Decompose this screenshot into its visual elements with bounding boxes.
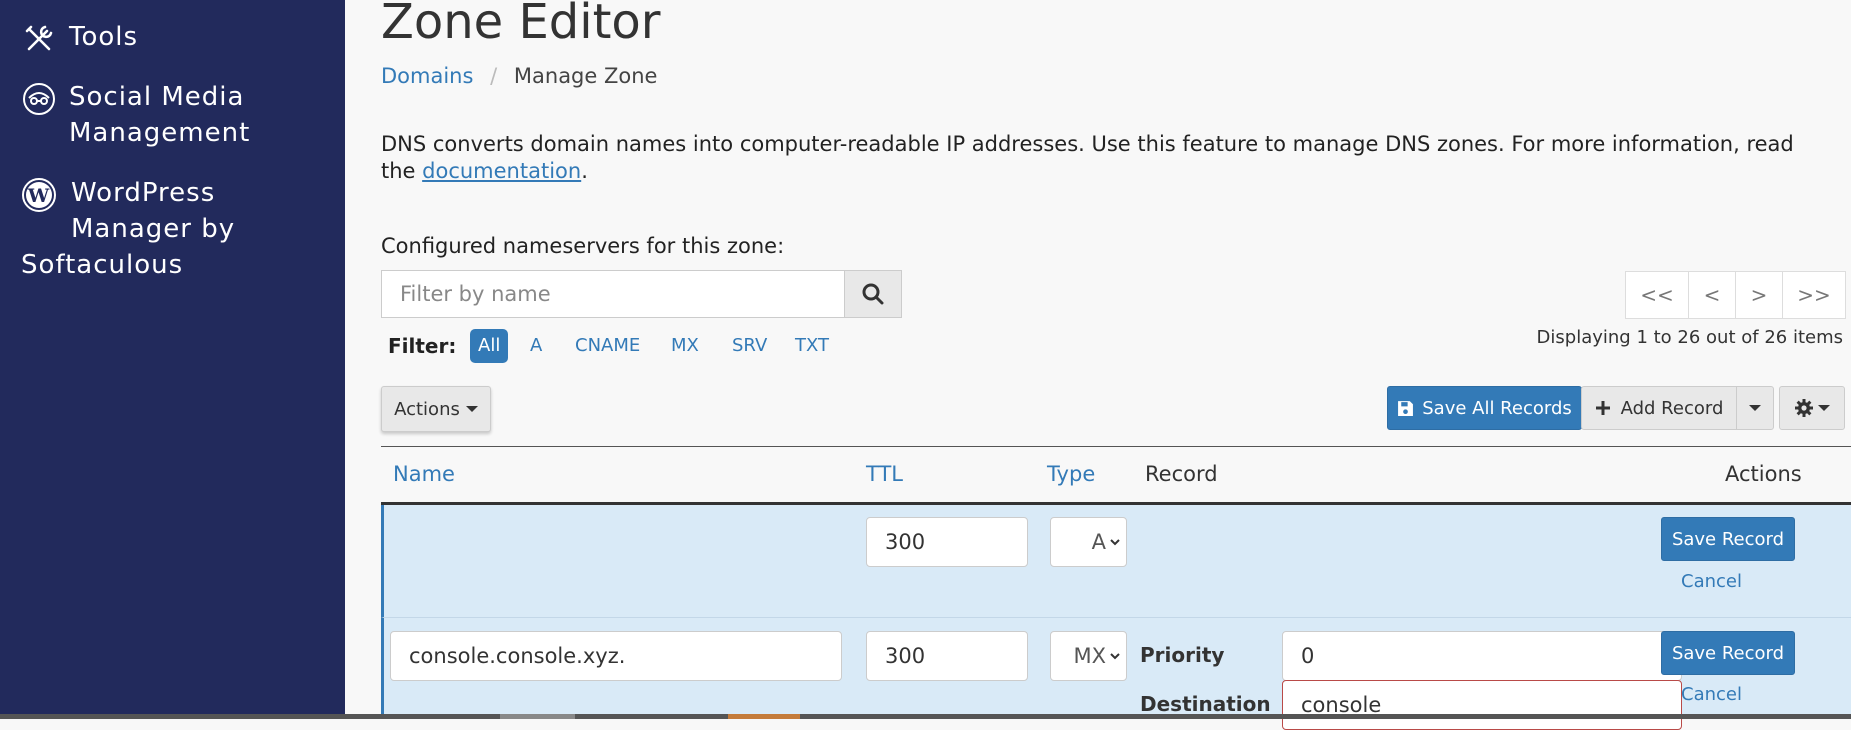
gear-icon	[1795, 399, 1813, 417]
add-record-dropdown-toggle[interactable]	[1736, 386, 1774, 430]
save-all-records-button[interactable]: Save All Records	[1387, 386, 1582, 430]
pagination: << < > >>	[1625, 271, 1846, 319]
table-settings-button[interactable]	[1779, 386, 1845, 430]
description-text: DNS converts domain names into computer-…	[381, 132, 1794, 183]
caret-down-icon	[465, 406, 478, 412]
page-prev-button[interactable]: <	[1688, 272, 1735, 318]
add-record-label: Add Record	[1620, 397, 1724, 419]
chevron-down-icon	[1110, 653, 1120, 660]
search-button[interactable]	[844, 270, 902, 318]
pagination-status: Displaying 1 to 26 out of 26 items	[1536, 327, 1843, 348]
table-row: console.console.xyz. 300 MX Priority 0 D…	[381, 618, 1851, 730]
sidebar-item-tools[interactable]: Tools	[21, 19, 138, 55]
sidebar-item-label: Tools	[69, 22, 139, 52]
column-header-actions: Actions	[1725, 462, 1802, 486]
cancel-link[interactable]: Cancel	[1681, 684, 1742, 705]
wordpress-icon: W	[22, 178, 56, 212]
search-icon	[862, 283, 884, 305]
sidebar-item-label: WordPress	[71, 178, 216, 208]
priority-label: Priority	[1140, 643, 1225, 667]
filter-label: Filter:	[388, 334, 457, 358]
sidebar-item-label: Management	[69, 118, 251, 148]
page-next-button[interactable]: >	[1735, 272, 1782, 318]
description-end: .	[581, 159, 588, 183]
page-title: Zone Editor	[381, 0, 661, 50]
type-select-value: MX	[1073, 644, 1106, 668]
taskbar-item[interactable]	[728, 714, 800, 719]
search-input[interactable]	[381, 270, 845, 318]
type-select[interactable]: A	[1050, 517, 1127, 567]
breadcrumb-domains-link[interactable]: Domains	[381, 64, 473, 88]
chevron-down-icon	[1110, 539, 1120, 546]
save-icon	[1398, 400, 1414, 416]
taskbar-item[interactable]	[500, 714, 575, 719]
destination-label: Destination	[1140, 692, 1271, 716]
column-header-ttl[interactable]: TTL	[866, 462, 903, 486]
filter-mx[interactable]: MX	[667, 329, 703, 363]
plus-icon	[1595, 401, 1610, 415]
ttl-input[interactable]: 300	[866, 517, 1028, 567]
sidebar-item-label: Manager by	[71, 214, 236, 244]
column-header-record: Record	[1145, 462, 1218, 486]
filter-txt[interactable]: TXT	[791, 329, 833, 363]
caret-down-icon	[1749, 405, 1761, 411]
ttl-input[interactable]: 300	[866, 631, 1028, 681]
filter-all[interactable]: All	[470, 329, 509, 363]
filter-cname[interactable]: CNAME	[571, 329, 644, 363]
filter-a[interactable]: A	[526, 329, 546, 363]
page-description: DNS converts domain names into computer-…	[381, 131, 1821, 185]
column-header-name[interactable]: Name	[393, 462, 455, 486]
destination-input[interactable]: console	[1282, 680, 1682, 730]
page-first-button[interactable]: <<	[1626, 272, 1688, 318]
save-record-button[interactable]: Save Record	[1661, 517, 1795, 561]
social-media-icon	[23, 83, 55, 115]
caret-down-icon	[1818, 405, 1830, 411]
breadcrumb-separator: /	[490, 64, 498, 88]
breadcrumb: Domains / Manage Zone	[381, 64, 657, 88]
filter-srv[interactable]: SRV	[728, 329, 771, 363]
table-row: 300 A Save Record Cancel	[381, 505, 1851, 618]
main-content: Zone Editor Domains / Manage Zone DNS co…	[345, 0, 1851, 730]
sidebar-item-label: Social Media	[69, 82, 245, 112]
sidebar-item-social-media-management[interactable]: Social Media Management	[21, 79, 250, 151]
table-top-border	[381, 446, 1851, 447]
actions-label: Actions	[394, 398, 460, 420]
column-header-type[interactable]: Type	[1047, 462, 1095, 486]
sidebar-item-label: Softaculous	[21, 250, 184, 280]
type-select-value: A	[1091, 530, 1106, 554]
breadcrumb-current: Manage Zone	[513, 64, 658, 88]
nameservers-label: Configured nameservers for this zone:	[381, 234, 785, 258]
save-record-button[interactable]: Save Record	[1661, 631, 1795, 675]
name-input[interactable]: console.console.xyz.	[390, 631, 842, 681]
taskbar	[0, 714, 1851, 719]
save-all-records-label: Save All Records	[1422, 397, 1572, 419]
tools-icon	[25, 25, 53, 51]
page-last-button[interactable]: >>	[1782, 272, 1845, 318]
sidebar: Tools Social Media Management W WordPres…	[0, 0, 345, 719]
actions-dropdown-button[interactable]: Actions	[381, 386, 491, 432]
add-record-button[interactable]: Add Record	[1581, 386, 1737, 430]
documentation-link[interactable]: documentation	[422, 159, 581, 183]
priority-input[interactable]: 0	[1282, 631, 1682, 681]
cancel-link[interactable]: Cancel	[1681, 571, 1742, 592]
sidebar-item-wordpress-manager[interactable]: W WordPress Manager by Softaculous	[21, 175, 235, 283]
type-select[interactable]: MX	[1050, 631, 1127, 681]
svg-text:W: W	[27, 185, 50, 207]
